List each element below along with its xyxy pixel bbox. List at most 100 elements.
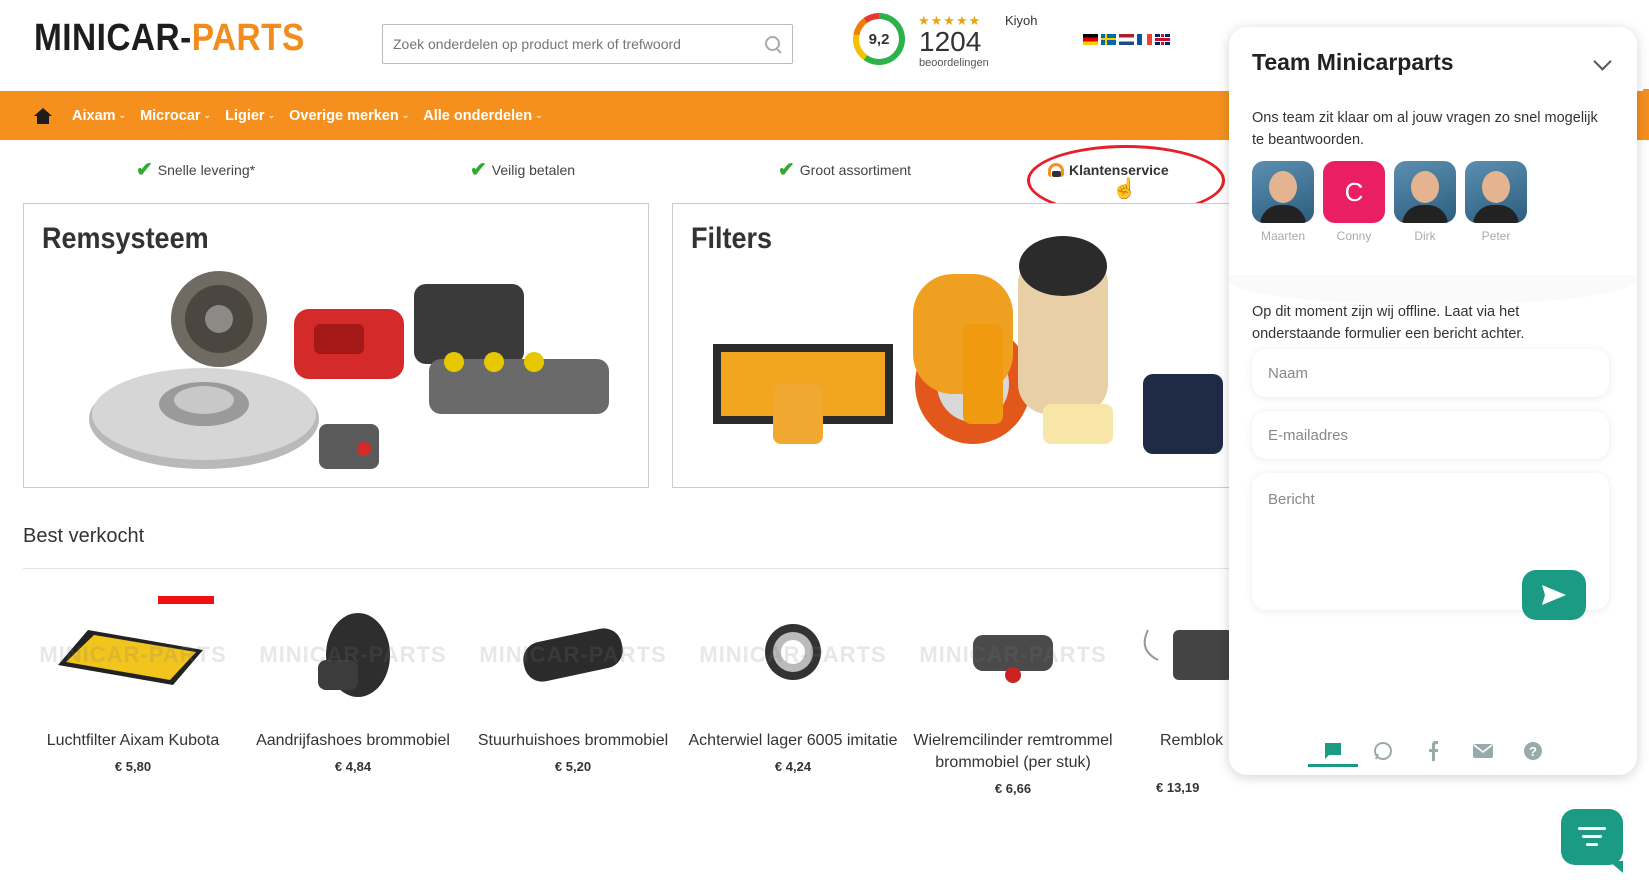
watermark: MINICAR-PARTS (479, 642, 667, 667)
send-button[interactable] (1522, 570, 1586, 620)
chat-launcher-button[interactable] (1561, 809, 1623, 873)
tab-mail[interactable] (1458, 727, 1508, 775)
home-icon[interactable] (34, 107, 52, 124)
nav-item-ligier[interactable]: Ligier ⌄ (225, 108, 275, 124)
tab-chat[interactable] (1308, 727, 1358, 775)
product-image: MINICAR-PARTS (28, 590, 238, 720)
product-price: € 4,84 (334, 759, 372, 774)
help-icon: ? (1524, 742, 1542, 760)
product-name[interactable]: Wielremcilinder remtrommel brommobiel (p… (908, 730, 1118, 774)
product-name[interactable]: Luchtfilter Aixam Kubota (28, 730, 238, 752)
nav-label: Microcar (140, 107, 201, 124)
chat-channel-tabs: ? (1229, 727, 1637, 775)
chat-header: Team Minicarparts Ons team zit klaar om … (1229, 27, 1637, 272)
chevron-down-icon: ⌄ (267, 110, 276, 120)
agent-name: Maarten (1260, 229, 1306, 243)
check-icon: ✔ (470, 159, 487, 181)
email-field[interactable]: E-mailadres (1252, 411, 1609, 459)
site-logo[interactable]: MINICAR-PARTS (34, 16, 305, 60)
search-icon[interactable] (764, 35, 782, 53)
category-card-filters[interactable]: Filters (672, 203, 1252, 488)
flag-gb-icon[interactable] (1155, 34, 1170, 45)
review-count: 1204 (919, 26, 982, 57)
brake-pad-image (1143, 629, 1233, 680)
usp-fast-delivery: ✔ Snelle levering* (136, 159, 256, 181)
kiyoh-rating-widget[interactable]: 9,2 ★★★★★ Kiyoh 1204 beoordelingen (853, 13, 1053, 73)
watermark: MINICAR-PARTS (39, 642, 227, 667)
nav-item-alle-onderdelen[interactable]: Alle onderdelen ⌄ (423, 108, 542, 124)
nav-item-overige-merken[interactable]: Overige merken ⌄ (289, 108, 409, 124)
product-name[interactable]: Achterwiel lager 6005 imitatie (688, 730, 898, 752)
agent-dirk: Dirk (1394, 161, 1456, 243)
product-name[interactable]: Aandrijfashoes brommobiel (248, 730, 458, 752)
category-card-brakes[interactable]: Remsysteem (23, 203, 649, 488)
nav-item-aixam[interactable]: Aixam ⌄ (72, 108, 126, 124)
product-image: MINICAR-PARTS (248, 590, 458, 720)
offline-message: Op dit moment zijn wij offline. Laat via… (1252, 304, 1525, 342)
agent-maarten: Maarten (1252, 161, 1314, 243)
message-field-placeholder: Bericht (1268, 491, 1315, 508)
usp-label: Groot assortiment (799, 162, 912, 178)
tab-help[interactable]: ? (1508, 727, 1558, 775)
check-icon: ✔ (136, 159, 153, 181)
chevron-down-icon: ⌄ (535, 110, 543, 120)
check-icon: ✔ (778, 159, 795, 181)
chevron-down-icon: ⌄ (203, 110, 212, 120)
product-name[interactable]: Remblok (1128, 730, 1238, 752)
right-edge-accent (1643, 89, 1649, 137)
avatar: C (1323, 161, 1385, 223)
review-count-label: beoordelingen (919, 57, 989, 69)
logo-text-accent: PARTS (191, 17, 305, 59)
agent-conny: C Conny (1323, 161, 1385, 243)
chevron-down-icon: ⌄ (118, 110, 127, 120)
flag-nl-icon[interactable] (1119, 34, 1134, 45)
product-card[interactable]: MINICAR-PARTS Stuurhuishoes brommobiel €… (468, 590, 678, 774)
section-title-best-sold: Best verkocht (23, 525, 145, 547)
flag-se-icon[interactable] (1101, 34, 1116, 45)
product-price: € 6,66 (994, 781, 1032, 796)
usp-label: Veilig betalen (491, 162, 576, 178)
tab-whatsapp[interactable] (1358, 727, 1408, 775)
product-image: MINICAR-PARTS (908, 590, 1118, 720)
menu-lines-icon (1578, 827, 1606, 847)
mail-icon (1473, 744, 1493, 758)
chat-title: Team Minicarparts (1252, 49, 1454, 75)
avatar (1252, 161, 1314, 223)
name-field-placeholder: Naam (1268, 364, 1309, 382)
agent-name: Dirk (1414, 229, 1436, 243)
product-card[interactable]: MINICAR-PARTS Wielremcilinder remtrommel… (908, 590, 1118, 796)
product-card[interactable]: MINICAR-PARTS Luchtfilter Aixam Kubota €… (28, 590, 238, 774)
avatar-initial: C (1344, 176, 1364, 207)
watermark: MINICAR-PARTS (259, 642, 447, 667)
filter-parts-image (713, 236, 1223, 454)
product-price: € 5,20 (554, 759, 592, 774)
rating-score: 9,2 (859, 19, 899, 59)
avatar (1394, 161, 1456, 223)
product-card[interactable]: MINICAR-PARTS Achterwiel lager 6005 imit… (688, 590, 898, 774)
product-card[interactable]: Remblok € 13,19 (1128, 590, 1238, 795)
usp-safe-payment: ✔ Veilig betalen (470, 159, 576, 181)
email-field-placeholder: E-mailadres (1268, 426, 1349, 444)
product-image: MINICAR-PARTS (688, 590, 898, 720)
nav-label: Alle onderdelen (423, 107, 533, 124)
tab-facebook[interactable] (1408, 727, 1458, 775)
product-name[interactable]: Stuurhuishoes brommobiel (468, 730, 678, 752)
flag-fr-icon[interactable] (1137, 34, 1152, 45)
chevron-down-icon[interactable] (1593, 53, 1613, 73)
search-input[interactable] (393, 36, 764, 52)
nav-item-microcar[interactable]: Microcar ⌄ (140, 108, 211, 124)
avatar (1465, 161, 1527, 223)
agent-name: Conny (1336, 229, 1372, 243)
product-image (1128, 590, 1238, 720)
watermark: MINICAR-PARTS (919, 642, 1107, 667)
chat-intro-text: Ons team zit klaar om al jouw vragen zo … (1252, 110, 1598, 148)
name-field[interactable]: Naam (1252, 349, 1609, 397)
chat-widget: Team Minicarparts Ons team zit klaar om … (1229, 27, 1637, 775)
search-bar (382, 24, 793, 64)
product-card[interactable]: MINICAR-PARTS Aandrijfashoes brommobiel … (248, 590, 458, 774)
product-image: MINICAR-PARTS (468, 590, 678, 720)
logo-text-main: MINICAR- (34, 17, 192, 59)
nav-label: Overige merken (289, 107, 399, 124)
usp-label: Snelle levering* (157, 162, 256, 178)
flag-de-icon[interactable] (1083, 34, 1098, 45)
